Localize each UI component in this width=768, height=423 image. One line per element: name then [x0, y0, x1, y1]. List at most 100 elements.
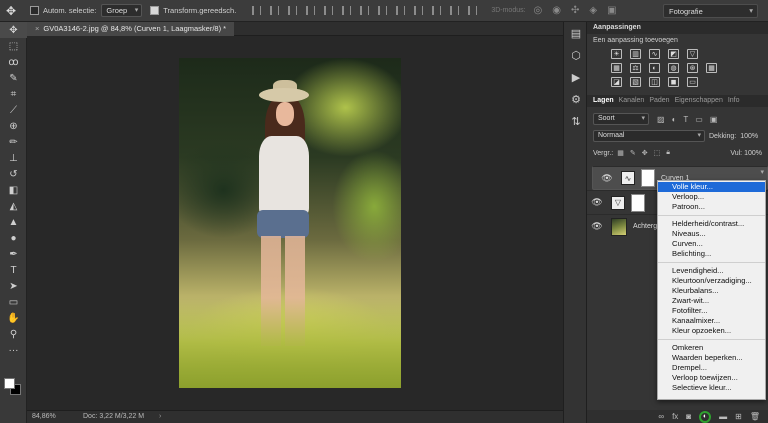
healing-brush-tool-icon[interactable]: ⊕ — [0, 118, 27, 134]
clone-stamp-tool-icon[interactable]: ⊥ — [0, 150, 27, 166]
blur-tool-icon[interactable]: ▲ — [0, 214, 27, 230]
lock-transparency-icon[interactable]: ▦ — [617, 149, 624, 157]
crop-tool-icon[interactable]: ⌗ — [0, 86, 27, 102]
type-tool-icon[interactable]: T — [0, 262, 27, 278]
actions-panel-icon[interactable]: ▶ — [564, 66, 588, 88]
eraser-tool-icon[interactable]: ◧ — [0, 182, 27, 198]
roll-3d-icon[interactable]: ◉ — [552, 5, 561, 16]
auto-select-dropdown[interactable]: Groep — [101, 4, 143, 17]
more-tools-icon[interactable]: ··· — [0, 342, 27, 358]
invert-icon[interactable]: ◪ — [611, 77, 622, 87]
blend-mode-dropdown[interactable]: Normaal — [593, 130, 705, 142]
layer-mask-thumb[interactable] — [631, 193, 645, 212]
opacity-field[interactable]: 100% — [740, 133, 758, 140]
lock-position-icon[interactable]: ✥ — [642, 149, 648, 157]
status-menu-arrow[interactable]: › — [159, 411, 161, 423]
lock-pixels-icon[interactable]: ✎ — [630, 149, 636, 157]
selective-color-icon[interactable]: ◼ — [668, 77, 679, 87]
visibility-eye-icon[interactable]: 👁︎ — [587, 197, 607, 208]
new-layer-icon[interactable]: ⊞ — [735, 412, 742, 421]
path-select-tool-icon[interactable]: ➤ — [0, 278, 27, 294]
filter-adjustment-icon[interactable]: ◐ — [672, 115, 677, 124]
align-top-icon[interactable] — [252, 6, 262, 15]
brightness-contrast-icon[interactable]: ☀ — [611, 49, 622, 59]
auto-align-icon[interactable] — [468, 6, 478, 15]
photo-filter-icon[interactable]: ◍ — [668, 63, 679, 73]
tab-properties[interactable]: Eigenschappen — [675, 95, 723, 107]
curves-icon[interactable]: ∿ — [649, 49, 660, 59]
menu-item-invert[interactable]: Omkeren — [658, 343, 765, 353]
menu-item-hue-saturation[interactable]: Kleurtoon/verzadiging... — [658, 276, 765, 286]
move-tool-icon[interactable]: ✥ — [0, 22, 27, 38]
align-vcenter-icon[interactable] — [270, 6, 280, 15]
shape-tool-icon[interactable]: ▭ — [0, 294, 27, 310]
align-right-icon[interactable] — [342, 6, 352, 15]
zoom-level[interactable]: 84,86% — [32, 411, 56, 423]
distribute-top-icon[interactable] — [360, 6, 370, 15]
scale-3d-icon[interactable]: ▣ — [607, 5, 616, 16]
posterize-icon[interactable]: ▧ — [630, 77, 641, 87]
menu-item-vibrance[interactable]: Levendigheid... — [658, 266, 765, 276]
levels-icon[interactable]: ▥ — [630, 49, 641, 59]
pan-3d-icon[interactable]: ✣ — [571, 5, 579, 16]
channel-mixer-icon[interactable]: ⊛ — [687, 63, 698, 73]
document-image[interactable] — [179, 58, 401, 388]
new-adjustment-layer-icon[interactable]: ◐ — [699, 410, 712, 423]
eyedropper-tool-icon[interactable]: ⟋ — [0, 102, 27, 118]
fill-field[interactable]: 100% — [744, 150, 762, 157]
workspace-switcher[interactable]: Fotografie — [663, 4, 758, 18]
hand-tool-icon[interactable]: ✋ — [0, 310, 27, 326]
black-white-icon[interactable]: ◐ — [649, 63, 660, 73]
lasso-tool-icon[interactable]: ꝏ — [0, 54, 27, 70]
menu-item-color-lookup[interactable]: Kleur opzoeken... — [658, 326, 765, 336]
visibility-eye-icon[interactable]: 👁︎ — [587, 221, 607, 232]
adjustments-panel-tab[interactable]: Aanpassingen — [587, 22, 768, 34]
menu-item-channel-mixer[interactable]: Kanaalmixer... — [658, 316, 765, 326]
properties-panel-icon[interactable]: ⚙ — [564, 88, 588, 110]
menu-item-levels[interactable]: Niveaus... — [658, 229, 765, 239]
transform-controls-checkbox[interactable] — [150, 6, 160, 15]
dodge-tool-icon[interactable]: ● — [0, 230, 27, 246]
hue-saturation-icon[interactable]: ▦ — [611, 63, 622, 73]
menu-item-posterize[interactable]: Waarden beperken... — [658, 353, 765, 363]
history-brush-tool-icon[interactable]: ↺ — [0, 166, 27, 182]
filter-type-icon[interactable]: T — [683, 115, 688, 124]
filter-shape-icon[interactable]: ▭ — [695, 115, 703, 124]
distribute-left-icon[interactable] — [414, 6, 424, 15]
tab-info[interactable]: Info — [728, 95, 740, 107]
menu-item-brightness-contrast[interactable]: Helderheid/contrast... — [658, 219, 765, 229]
move-icon[interactable]: ✥ — [0, 0, 22, 22]
distribute-hcenter-icon[interactable] — [432, 6, 442, 15]
auto-select-checkbox[interactable] — [30, 6, 39, 15]
menu-item-color-balance[interactable]: Kleurbalans... — [658, 286, 765, 296]
filter-kind-dropdown[interactable]: Soort — [593, 113, 649, 125]
menu-item-pattern[interactable]: Patroon... — [658, 202, 765, 212]
slide-3d-icon[interactable]: ◈ — [589, 5, 597, 16]
filter-pixel-icon[interactable]: ▨ — [657, 115, 665, 124]
paint-bucket-tool-icon[interactable]: ◭ — [0, 198, 27, 214]
align-hcenter-icon[interactable] — [324, 6, 334, 15]
distribute-right-icon[interactable] — [450, 6, 460, 15]
tab-paths[interactable]: Paden — [649, 95, 669, 107]
filter-smart-icon[interactable]: ▣ — [710, 115, 718, 124]
distribute-vcenter-icon[interactable] — [378, 6, 388, 15]
menu-item-selective-color[interactable]: Selectieve kleur... — [658, 383, 765, 393]
align-bottom-icon[interactable] — [288, 6, 298, 15]
distribute-bottom-icon[interactable] — [396, 6, 406, 15]
gradient-map-icon[interactable]: ▭ — [687, 77, 698, 87]
history-panel-icon[interactable]: ▤ — [564, 22, 588, 44]
menu-item-curves[interactable]: Curven... — [658, 239, 765, 249]
pen-tool-icon[interactable]: ✒ — [0, 246, 27, 262]
document-tab[interactable]: × GV0A3146-2.jpg @ 84,8% (Curven 1, Laagm… — [27, 22, 235, 36]
lock-all-icon[interactable]: 🔒︎ — [666, 149, 670, 157]
marquee-tool-icon[interactable]: ⬚ — [0, 38, 27, 54]
foreground-color-swatch[interactable] — [4, 378, 15, 389]
brush-tool-icon[interactable]: ✏ — [0, 134, 27, 150]
orbit-3d-icon[interactable]: ◎ — [534, 5, 543, 16]
canvas-area[interactable] — [27, 36, 563, 410]
adjust-panel-icon[interactable]: ⇅ — [564, 110, 588, 132]
lock-artboard-icon[interactable]: ⬚ — [654, 149, 661, 157]
exposure-icon[interactable]: ◩ — [668, 49, 679, 59]
add-mask-icon[interactable]: ◙ — [686, 412, 691, 421]
visibility-eye-icon[interactable]: 👁︎ — [597, 173, 617, 184]
